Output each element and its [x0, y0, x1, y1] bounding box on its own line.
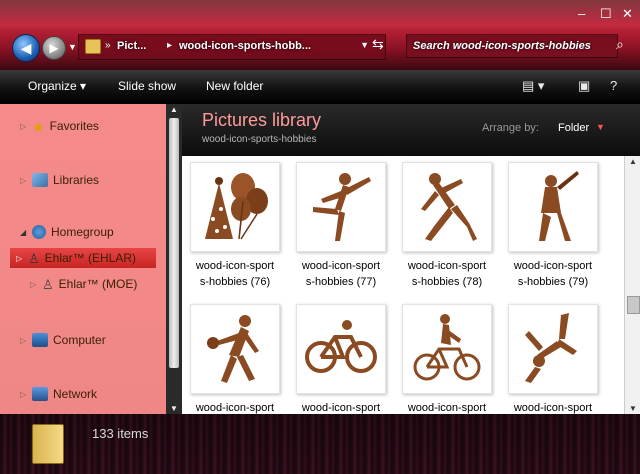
- folder-icon: [32, 424, 64, 464]
- file-name: wood-icon-sport: [301, 402, 381, 414]
- file-list: wood-icon-sport s-hobbies (76) wood-icon-…: [182, 156, 624, 414]
- baseball-batter-icon: [539, 171, 579, 241]
- file-thumbnail: [402, 304, 492, 394]
- back-button[interactable]: ◀: [12, 34, 40, 62]
- computer-label: Computer: [53, 333, 106, 347]
- bicycle-rider-icon: [413, 314, 481, 381]
- baseball-pitcher-icon: [421, 173, 477, 241]
- library-header: Pictures library wood-icon-sports-hobbie…: [182, 104, 640, 156]
- file-name: wood-icon-sport s-hobbies (76): [195, 260, 275, 288]
- sidebar-scrollbar[interactable]: ▲ ▼: [166, 104, 182, 414]
- organize-label: Organize: [28, 79, 77, 93]
- library-subtitle: wood-icon-sports-hobbies: [202, 134, 317, 145]
- homegroup-icon: [32, 225, 46, 239]
- file-thumbnail: [296, 304, 386, 394]
- scrollbar-thumb[interactable]: [169, 118, 179, 368]
- expand-arrow-icon[interactable]: ▷: [16, 254, 24, 263]
- scroll-down-icon[interactable]: ▼: [170, 404, 178, 413]
- back-arrow-icon: ◀: [20, 39, 32, 56]
- star-icon: ★: [32, 119, 45, 135]
- computer-icon: [32, 333, 48, 347]
- details-pane: 133 items: [0, 414, 640, 474]
- expand-arrow-icon[interactable]: ▷: [20, 390, 28, 399]
- command-bar: Organize ▾ Slide show New folder ▤ ▾ ▣ ?: [0, 70, 640, 105]
- view-options-icon[interactable]: ▤ ▾: [522, 78, 544, 94]
- file-thumbnail: [402, 162, 492, 252]
- file-thumbnail: [508, 162, 598, 252]
- navigation-pane: ▷ ★ Favorites ▷ Libraries ◢ Homegroup ▷ …: [0, 104, 166, 414]
- slideshow-button[interactable]: Slide show: [118, 79, 176, 93]
- network-label: Network: [53, 387, 98, 401]
- chevron-right-icon[interactable]: »: [105, 40, 111, 51]
- content-scrollbar[interactable]: ▲ ▼: [624, 156, 640, 414]
- address-bar[interactable]: » Pict... ▸ wood-icon-sports-hobb... ▼: [78, 34, 386, 60]
- chevron-right-icon[interactable]: ▸: [167, 40, 172, 51]
- forward-arrow-icon: ▶: [49, 41, 59, 55]
- breakdancer-icon: [525, 313, 577, 383]
- help-icon[interactable]: ?: [610, 78, 617, 93]
- scroll-up-icon[interactable]: ▲: [629, 157, 637, 166]
- forward-button[interactable]: ▶: [42, 36, 66, 60]
- preview-pane-icon[interactable]: ▣: [578, 78, 590, 94]
- file-thumbnail: [190, 304, 280, 394]
- file-name: wood-icon-sport: [407, 402, 487, 414]
- sidebar-item-libraries[interactable]: ▷ Libraries: [20, 170, 99, 190]
- sidebar-item-favorites[interactable]: ▷ ★ Favorites: [20, 116, 99, 136]
- file-thumbnail: [508, 304, 598, 394]
- expand-arrow-icon[interactable]: ▷: [20, 176, 28, 185]
- user-ehlar-label: Ehlar™ (EHLAR): [44, 251, 137, 265]
- basketball-player-icon: [207, 315, 259, 383]
- scrollbar-thumb[interactable]: [627, 296, 640, 314]
- library-title: Pictures library: [202, 110, 322, 130]
- file-thumbnail: [296, 162, 386, 252]
- sidebar-item-network[interactable]: ▷ Network: [20, 384, 97, 404]
- file-name: wood-icon-sport: [513, 402, 593, 414]
- organize-button[interactable]: Organize ▾: [28, 79, 86, 93]
- search-input[interactable]: Search wood-icon-sports-hobbies: [406, 34, 618, 58]
- scroll-down-icon[interactable]: ▼: [629, 404, 637, 413]
- cycling-icon: [305, 320, 377, 373]
- scroll-up-icon[interactable]: ▲: [170, 105, 178, 114]
- file-name: wood-icon-sport s-hobbies (77): [301, 260, 381, 288]
- network-icon: [32, 387, 48, 401]
- arrange-by-label: Arrange by:: [482, 122, 539, 134]
- user-icon: ♙: [28, 251, 40, 266]
- file-thumbnail: [190, 162, 280, 252]
- search-icon[interactable]: ⌕: [616, 36, 624, 53]
- arrange-by-dropdown[interactable]: Folder: [558, 122, 589, 134]
- expand-arrow-icon[interactable]: ▷: [30, 280, 38, 289]
- sidebar-item-homegroup[interactable]: ◢ Homegroup: [20, 222, 114, 242]
- arrange-dropdown-icon[interactable]: ▼: [596, 122, 605, 132]
- title-gloss: [0, 0, 640, 30]
- ballet-dancer-icon: [313, 173, 371, 241]
- user-icon: ♙: [42, 277, 54, 292]
- folder-icon: [85, 39, 101, 54]
- minimize-button[interactable]: –: [578, 6, 585, 21]
- item-count: 133 items: [92, 426, 149, 441]
- sidebar-item-user-moe[interactable]: ▷ ♙ Ehlar™ (MOE): [30, 274, 137, 294]
- new-folder-button[interactable]: New folder: [206, 79, 263, 93]
- close-button[interactable]: ✕: [622, 6, 633, 22]
- party-balloons-icon: [205, 173, 268, 240]
- address-dropdown-icon[interactable]: ▼: [360, 40, 369, 50]
- homegroup-label: Homegroup: [51, 225, 114, 239]
- file-name: wood-icon-sport s-hobbies (78): [407, 260, 487, 288]
- refresh-icon[interactable]: ⇆: [372, 36, 384, 53]
- expand-arrow-icon[interactable]: ▷: [20, 336, 28, 345]
- file-name: wood-icon-sport: [195, 402, 275, 414]
- expand-arrow-icon[interactable]: ▷: [20, 122, 28, 131]
- collapse-arrow-icon[interactable]: ◢: [20, 228, 28, 237]
- libraries-label: Libraries: [53, 173, 100, 187]
- breadcrumb-folder[interactable]: wood-icon-sports-hobb...: [179, 40, 311, 52]
- user-moe-label: Ehlar™ (MOE): [58, 277, 138, 291]
- maximize-button[interactable]: ☐: [600, 6, 612, 22]
- sidebar-item-computer[interactable]: ▷ Computer: [20, 330, 106, 350]
- file-name: wood-icon-sport s-hobbies (79): [513, 260, 593, 288]
- recent-pages-dropdown-icon[interactable]: ▼: [68, 42, 77, 52]
- sidebar-item-user-ehlar[interactable]: ▷ ♙ Ehlar™ (EHLAR): [10, 248, 156, 268]
- libraries-icon: [32, 173, 48, 187]
- breadcrumb-pictures[interactable]: Pict...: [117, 40, 146, 52]
- favorites-label: Favorites: [49, 119, 99, 133]
